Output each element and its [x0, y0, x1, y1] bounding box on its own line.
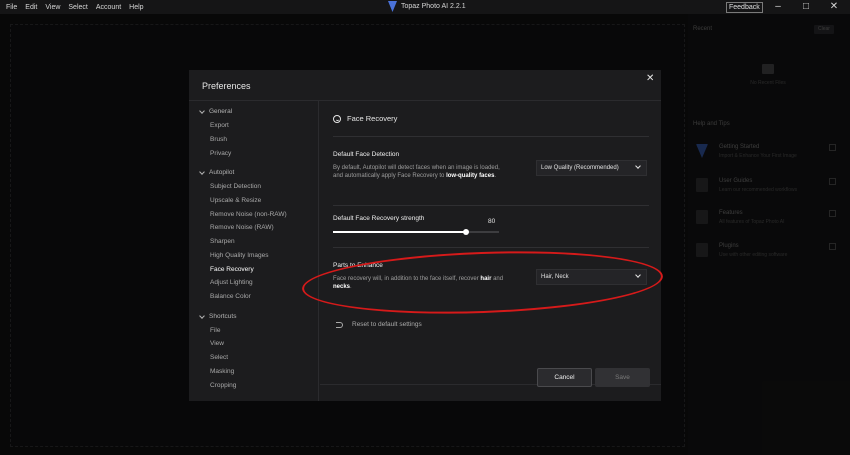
menu-help[interactable]: Help — [129, 4, 143, 11]
chevron-down-icon — [199, 312, 205, 319]
sidebar-item-adjust-lighting[interactable]: Adjust Lighting — [210, 279, 253, 286]
section-title: Face Recovery — [333, 114, 397, 123]
sidebar-item-upscale-resize[interactable]: Upscale & Resize — [210, 197, 261, 204]
sidebar-item-cropping[interactable]: Cropping — [210, 382, 236, 389]
face-detection-select[interactable]: Low Quality (Recommended) — [536, 160, 647, 176]
chevron-down-icon — [635, 163, 641, 169]
close-dialog-icon[interactable]: ✕ — [646, 73, 654, 84]
topaz-logo-icon — [388, 1, 397, 12]
divider — [333, 247, 649, 248]
slider-fill — [333, 231, 466, 233]
desc-text: . — [494, 173, 497, 179]
app-title: Topaz Photo AI 2.2.1 — [388, 1, 466, 12]
close-icon[interactable]: ✕ — [822, 1, 846, 13]
divider — [333, 136, 649, 137]
sidebar-item-view[interactable]: View — [210, 340, 224, 347]
sidebar-group-label: Autopilot — [209, 169, 235, 176]
menu-list: File Edit View Select Account Help — [0, 4, 144, 11]
sidebar-item-face-recovery[interactable]: Face Recovery — [210, 266, 254, 273]
feedback-button[interactable]: Feedback — [726, 2, 763, 13]
sidebar-item-remove-noise-raw[interactable]: Remove Noise (RAW) — [210, 224, 274, 231]
undo-icon — [336, 321, 343, 328]
preferences-sidebar: General Export Brush Privacy Autopilot S… — [189, 101, 319, 401]
sidebar-group-autopilot[interactable]: Autopilot — [199, 168, 235, 176]
sidebar-item-privacy[interactable]: Privacy — [210, 150, 231, 157]
chevron-down-icon — [199, 168, 205, 175]
menu-edit[interactable]: Edit — [25, 4, 37, 11]
sidebar-item-masking[interactable]: Masking — [210, 368, 234, 375]
sidebar-item-file[interactable]: File — [210, 327, 220, 334]
chevron-down-icon — [199, 107, 205, 114]
face-detection-description: By default, Autopilot will detect faces … — [333, 164, 508, 180]
minimize-icon[interactable]: – — [766, 1, 790, 13]
reset-defaults-button[interactable]: Reset to default settings — [336, 321, 422, 328]
dialog-title: Preferences — [202, 81, 251, 91]
sidebar-item-subject-detection[interactable]: Subject Detection — [210, 183, 261, 190]
sidebar-group-label: Shortcuts — [209, 313, 237, 320]
strength-label: Default Face Recovery strength — [333, 215, 425, 222]
sidebar-item-balance-color[interactable]: Balance Color — [210, 293, 251, 300]
menu-account[interactable]: Account — [96, 4, 121, 11]
sidebar-item-select[interactable]: Select — [210, 354, 228, 361]
strength-slider[interactable] — [333, 229, 499, 235]
app-title-text: Topaz Photo AI 2.2.1 — [401, 3, 466, 10]
save-button[interactable]: Save — [595, 368, 650, 387]
desc-bold: low-quality faces — [446, 173, 495, 179]
menu-select[interactable]: Select — [68, 4, 87, 11]
sidebar-item-high-quality-images[interactable]: High Quality Images — [210, 252, 269, 259]
menu-file[interactable]: File — [6, 4, 17, 11]
face-icon — [333, 114, 341, 123]
face-detection-label: Default Face Detection — [333, 151, 400, 158]
slider-thumb[interactable] — [462, 229, 469, 235]
section-title-text: Face Recovery — [347, 114, 398, 123]
reset-label: Reset to default settings — [352, 321, 422, 328]
sidebar-item-sharpen[interactable]: Sharpen — [210, 238, 235, 245]
cancel-button[interactable]: Cancel — [537, 368, 592, 387]
maximize-icon[interactable]: □ — [794, 1, 818, 13]
sidebar-item-export[interactable]: Export — [210, 122, 229, 129]
sidebar-item-brush[interactable]: Brush — [210, 136, 227, 143]
sidebar-group-general[interactable]: General — [199, 107, 233, 115]
preferences-dialog: Preferences ✕ General Export Brush Priva… — [189, 70, 661, 401]
divider — [333, 205, 649, 206]
select-value: Low Quality (Recommended) — [541, 165, 619, 171]
sidebar-item-remove-noise-non-raw[interactable]: Remove Noise (non-RAW) — [210, 211, 287, 218]
sidebar-group-shortcuts[interactable]: Shortcuts — [199, 312, 237, 320]
menu-view[interactable]: View — [45, 4, 60, 11]
sidebar-group-label: General — [209, 108, 233, 115]
strength-value: 80 — [488, 218, 496, 225]
